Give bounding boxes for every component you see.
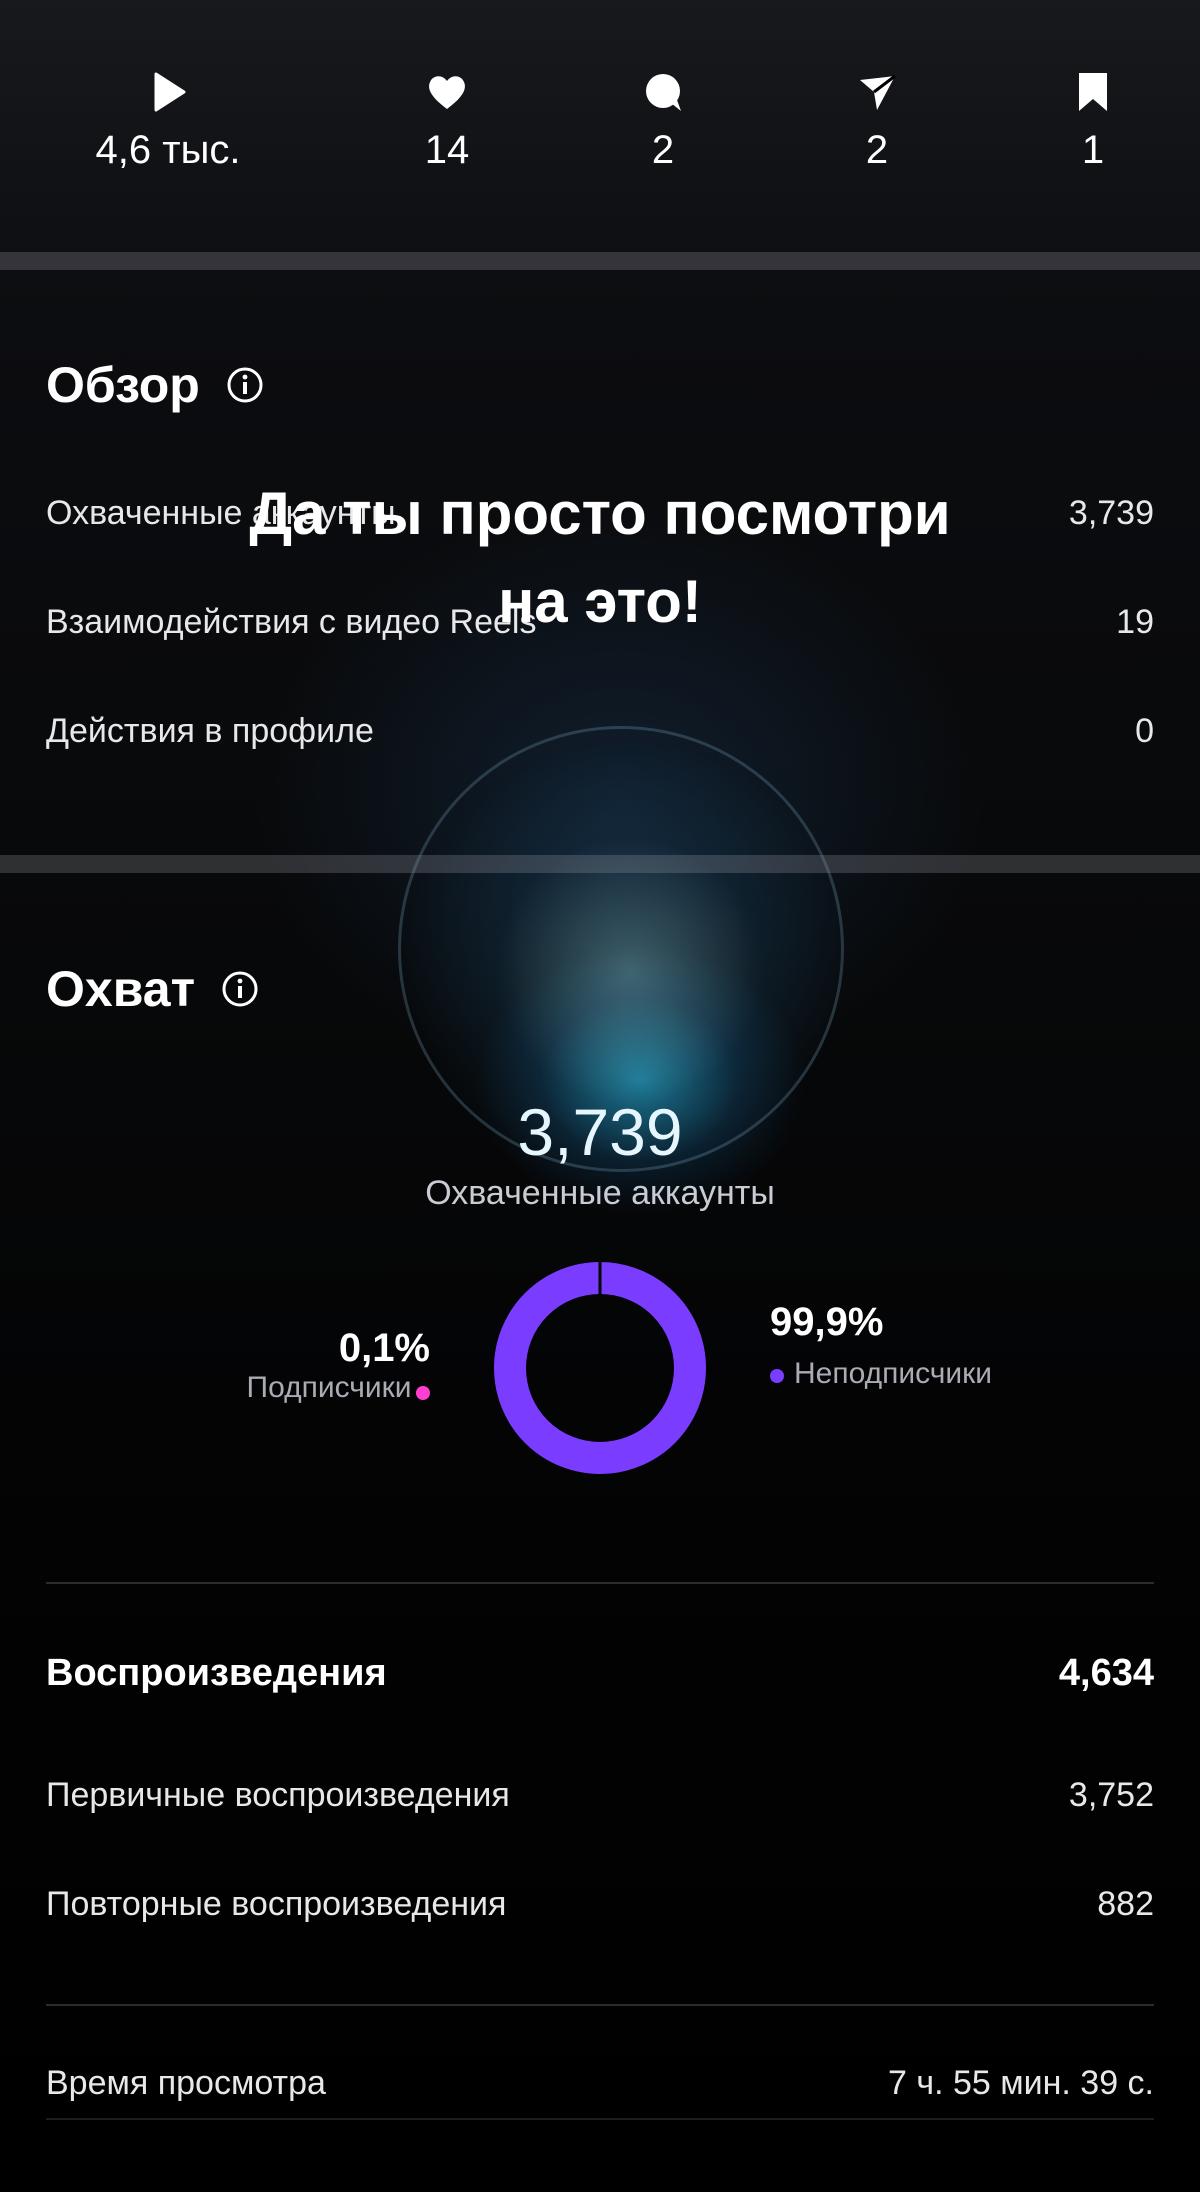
saves-metric[interactable]: 1 [993, 60, 1193, 173]
watch-time-row[interactable]: Время просмотра 7 ч. 55 мин. 39 с. [46, 2064, 1154, 2103]
heart-icon [429, 76, 465, 109]
row-label: Повторные воспроизведения [46, 1885, 507, 1923]
plays-row-initial[interactable]: Первичные воспроизведения 3,752 [46, 1776, 1154, 1815]
overview-title: Обзор [46, 356, 264, 414]
comments-metric[interactable]: 2 [563, 60, 763, 173]
plays-count: 4,6 тыс. [95, 128, 241, 172]
plays-metric[interactable]: 4,6 тыс. [68, 60, 268, 173]
non-followers-percent: 99,9% [770, 1300, 884, 1344]
non-followers-stat: 99,9% Неподписчики [770, 1300, 1024, 1393]
section-separator [0, 855, 1200, 873]
saves-count: 1 [1081, 128, 1105, 172]
followers-stat: 0,1% Подписчики [247, 1326, 430, 1405]
overview-title-text: Обзор [46, 357, 200, 413]
likes-metric[interactable]: 14 [347, 60, 547, 173]
overview-row-profile-actions[interactable]: Действия в профиле 0 [46, 712, 1154, 751]
divider [46, 2118, 1154, 2120]
donut-segment-non-followers [494, 1262, 706, 1474]
send-icon [860, 74, 896, 110]
reach-total: 3,739 [517, 1095, 683, 1169]
watch-time-label: Время просмотра [46, 2064, 326, 2102]
info-icon[interactable] [226, 366, 264, 404]
bookmark-icon [1079, 73, 1107, 111]
reach-title: Охват [46, 960, 259, 1018]
shares-count: 2 [865, 128, 889, 172]
top-metrics-bar: 4,6 тыс. 14 2 2 1 [0, 60, 1200, 190]
divider [46, 1582, 1154, 1584]
followers-label: Подписчики [246, 1371, 412, 1404]
watch-time-value: 7 ч. 55 мин. 39 с. [888, 2064, 1154, 2102]
row-value: 3,739 [1068, 494, 1154, 532]
reach-total-label: Охваченные аккаунты [425, 1174, 775, 1212]
comments-count: 2 [651, 128, 675, 172]
plays-row-replays[interactable]: Повторные воспроизведения 882 [46, 1885, 1154, 1924]
divider [46, 2004, 1154, 2006]
followers-percent: 0,1% [338, 1326, 430, 1370]
row-value: 0 [1135, 712, 1154, 750]
row-value: 19 [1116, 603, 1154, 641]
info-icon[interactable] [221, 970, 259, 1008]
followers-legend-dot [416, 1385, 430, 1400]
reach-title-text: Охват [46, 961, 196, 1017]
non-followers-label: Неподписчики [794, 1357, 993, 1390]
plays-title: Воспроизведения [46, 1652, 387, 1694]
comment-icon [646, 74, 681, 111]
plays-total-row[interactable]: Воспроизведения 4,634 [46, 1652, 1154, 1695]
video-caption-overlay: Да ты просто посмотри на это! [249, 480, 951, 635]
row-value: 882 [1097, 1885, 1154, 1923]
section-separator [0, 252, 1200, 270]
row-label: Первичные воспроизведения [46, 1776, 510, 1814]
shares-metric[interactable]: 2 [777, 60, 977, 173]
plays-total: 4,634 [1058, 1652, 1154, 1694]
play-icon [154, 72, 186, 112]
row-value: 3,752 [1068, 1776, 1154, 1814]
row-label: Действия в профиле [46, 712, 374, 750]
likes-count: 14 [424, 128, 470, 172]
reach-donut-chart [494, 1262, 706, 1474]
non-followers-legend-dot [770, 1369, 784, 1383]
